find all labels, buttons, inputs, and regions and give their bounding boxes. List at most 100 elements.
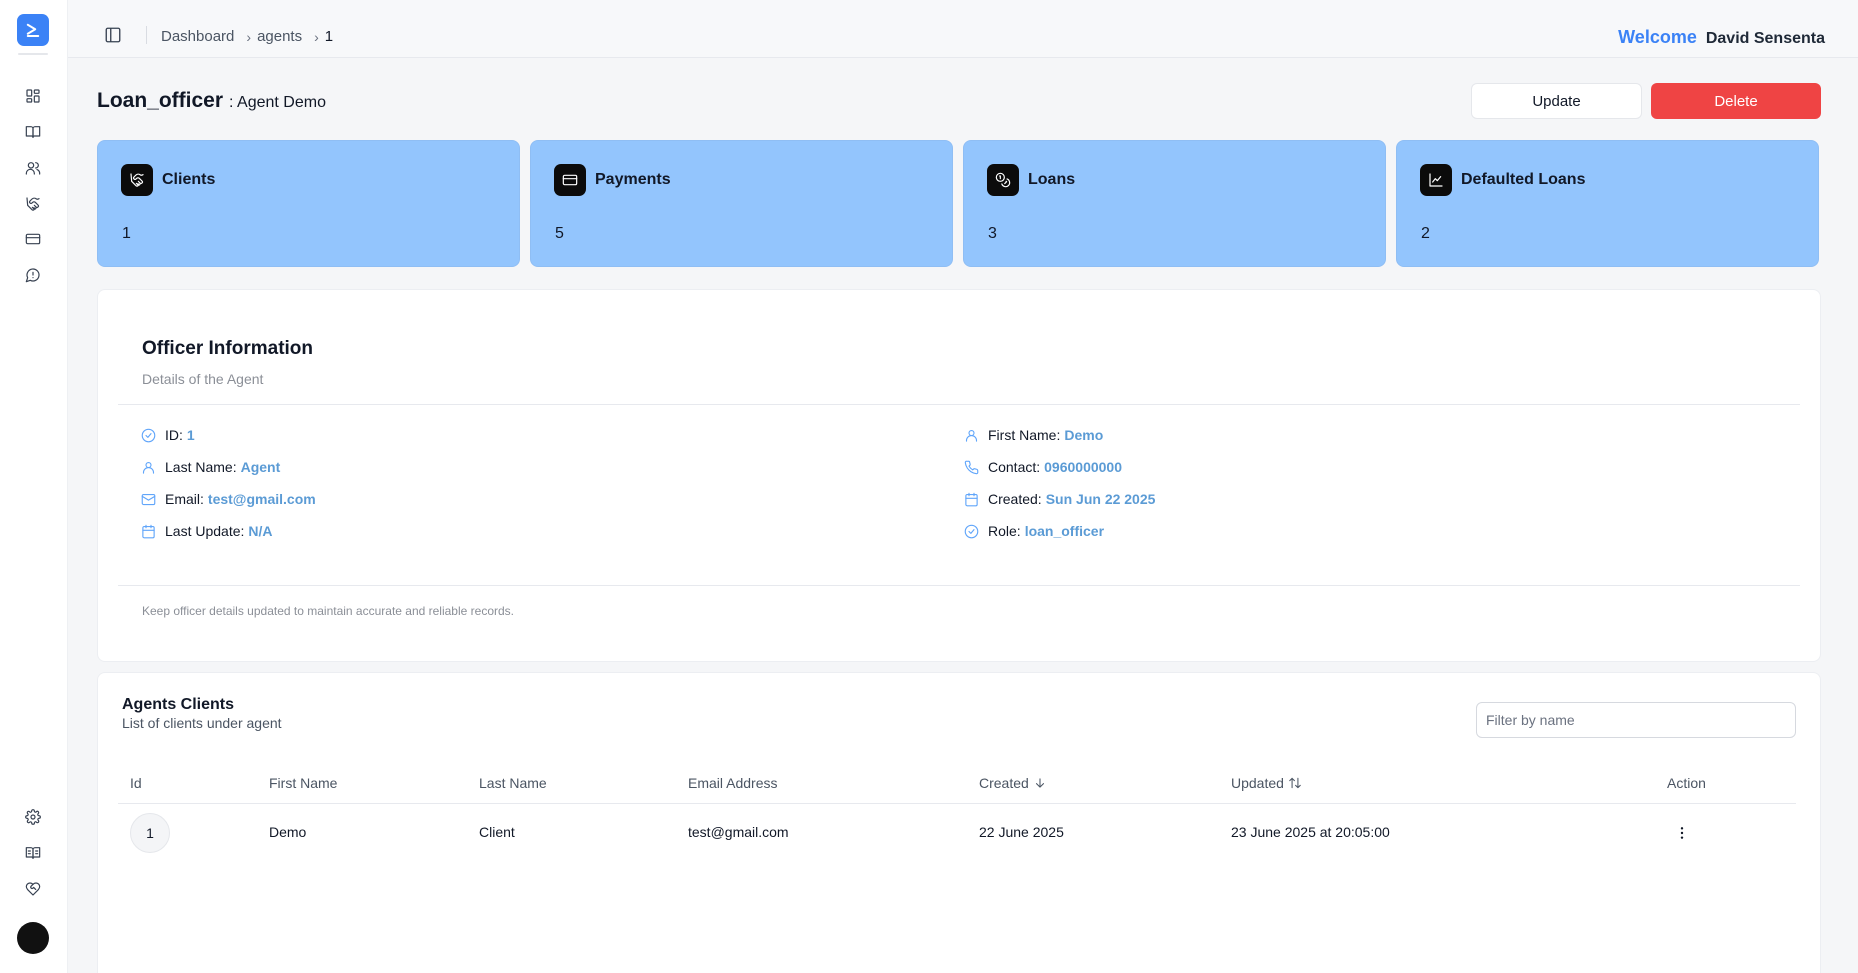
column-header-first-name[interactable]: First Name: [269, 775, 337, 791]
logo-divider: [18, 53, 48, 55]
cell-first-name: Demo: [269, 824, 307, 840]
field-label: First Name:: [988, 427, 1061, 443]
clients-title: Agents Clients: [122, 696, 235, 713]
coins-icon: [987, 164, 1019, 196]
welcome-message: Welcome David Sensenta: [1618, 27, 1825, 48]
update-button[interactable]: Update: [1471, 83, 1642, 119]
logo-icon: [26, 23, 40, 37]
field-label: ID:: [165, 427, 183, 443]
field-value: test@gmail.com: [207, 491, 316, 507]
field-label: Contact:: [988, 459, 1041, 475]
handshake-icon[interactable]: [22, 193, 44, 215]
stat-label: Loans: [1028, 171, 1076, 188]
field-value: 1: [186, 427, 195, 443]
stat-card-loans: Loans 3: [963, 140, 1386, 267]
field-label: Email:: [165, 491, 204, 507]
book-open-icon[interactable]: [22, 121, 44, 143]
avatar[interactable]: [17, 922, 49, 954]
table-header-divider: [118, 803, 1796, 804]
field-value: 0960000000: [1044, 459, 1123, 475]
field-role: Role: loan_officer: [964, 523, 1104, 539]
column-header-id[interactable]: Id: [130, 775, 142, 791]
credit-card-icon[interactable]: [22, 228, 44, 250]
clients-subtitle: List of clients under agent: [122, 715, 282, 731]
column-header-last-name[interactable]: Last Name: [479, 775, 547, 791]
heart-handshake-icon[interactable]: [22, 878, 44, 900]
field-value: N/A: [248, 523, 273, 539]
app-logo[interactable]: [17, 14, 49, 46]
field-created: Created: Sun Jun 22 2025: [964, 491, 1155, 507]
grid-icon[interactable]: [22, 85, 44, 107]
field-last-name: Last Name: Agent: [141, 459, 280, 475]
field-id: ID: 1: [141, 427, 195, 443]
stat-value: 3: [988, 225, 997, 242]
topbar-divider: [146, 26, 147, 44]
field-label: Role:: [988, 523, 1021, 539]
book-icon[interactable]: [22, 842, 44, 864]
user-icon: [965, 429, 978, 442]
phone-icon: [964, 460, 979, 474]
handshake-icon: [121, 164, 153, 196]
user-name: David Sensenta: [1705, 30, 1825, 47]
stat-value: 2: [1421, 225, 1430, 242]
sidebar-toggle-icon[interactable]: [104, 26, 122, 44]
agent-role: Loan_officer: [97, 89, 224, 112]
filter-by-name-input[interactable]: [1476, 702, 1796, 738]
stat-card-defaulted-loans: Defaulted Loans 2: [1396, 140, 1819, 267]
field-label: Created:: [988, 491, 1042, 507]
stat-label: Clients: [162, 171, 216, 188]
arrow-down-icon: [1035, 778, 1044, 788]
officer-info-card: Officer Information Details of the Agent…: [97, 289, 1821, 662]
sort-icon: [1289, 777, 1301, 789]
cell-updated: 23 June 2025 at 20:05:00: [1231, 824, 1390, 840]
column-header-action: Action: [1667, 775, 1706, 791]
cell-created: 22 June 2025: [979, 824, 1064, 840]
divider: [118, 585, 1800, 586]
settings-icon[interactable]: [22, 806, 44, 828]
delete-button[interactable]: Delete: [1651, 83, 1821, 119]
chevron-right-icon: ›: [314, 28, 319, 45]
column-header-created[interactable]: Created: [979, 775, 1047, 791]
check-circle-icon: [964, 524, 979, 538]
row-id-badge: 1: [130, 813, 170, 853]
calendar-icon: [965, 492, 978, 506]
page-title: Loan_officer : Agent Demo: [97, 89, 326, 113]
stat-label: Defaulted Loans: [1461, 171, 1586, 188]
calendar-icon: [142, 524, 155, 538]
field-value: loan_officer: [1024, 523, 1105, 539]
agent-name: : Agent Demo: [229, 94, 326, 111]
cell-last-name: Client: [479, 824, 515, 840]
breadcrumb-dashboard[interactable]: Dashboard: [161, 28, 234, 45]
cell-email: test@gmail.com: [688, 824, 789, 840]
divider: [118, 404, 1800, 405]
officer-info-subtitle: Details of the Agent: [142, 371, 264, 387]
field-label: Last Name:: [165, 459, 237, 475]
user-icon: [142, 461, 155, 474]
topbar: Dashboard › agents › 1 Welcome David Sen…: [68, 0, 1858, 58]
line-chart-icon: [1420, 164, 1452, 196]
field-contact: Contact: 0960000000: [964, 459, 1122, 475]
field-last-update: Last Update: N/A: [141, 523, 273, 539]
mail-icon: [141, 493, 156, 505]
field-first-name: First Name: Demo: [964, 427, 1103, 443]
field-value: Demo: [1064, 427, 1104, 443]
breadcrumb: Dashboard › agents › 1: [161, 28, 333, 45]
chevron-right-icon: ›: [246, 28, 252, 45]
credit-card-icon: [554, 164, 586, 196]
field-label: Last Update:: [165, 523, 245, 539]
welcome-label: Welcome: [1618, 27, 1697, 47]
stat-card-payments: Payments 5: [530, 140, 953, 267]
message-icon[interactable]: [22, 264, 44, 286]
stat-card-clients: Clients 1: [97, 140, 520, 267]
breadcrumb-agents[interactable]: agents: [257, 28, 302, 45]
officer-info-title: Officer Information: [142, 338, 314, 359]
column-header-updated[interactable]: Updated: [1231, 775, 1302, 791]
check-circle-icon: [141, 428, 156, 442]
stat-value: 5: [555, 225, 564, 242]
field-value: Agent: [240, 459, 281, 475]
field-value: Sun Jun 22 2025: [1045, 491, 1156, 507]
column-header-email[interactable]: Email Address: [688, 775, 777, 791]
users-icon[interactable]: [22, 157, 44, 179]
breadcrumb-current: 1: [324, 28, 334, 45]
more-vertical-icon[interactable]: [1672, 823, 1692, 843]
